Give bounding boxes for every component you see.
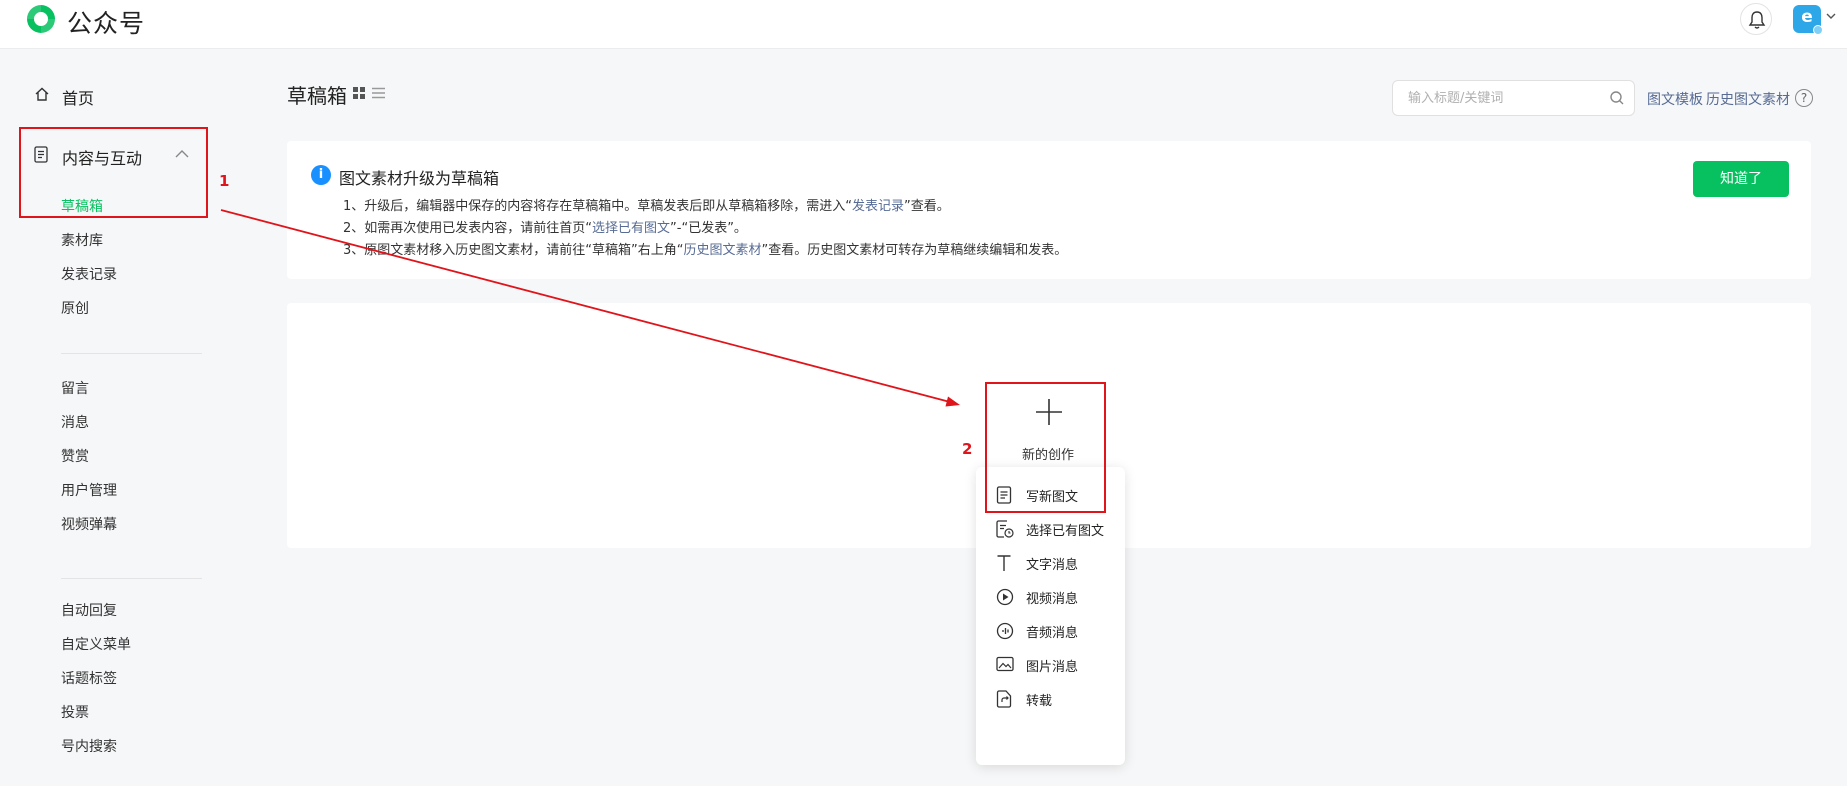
annotation-arrow <box>220 209 960 407</box>
